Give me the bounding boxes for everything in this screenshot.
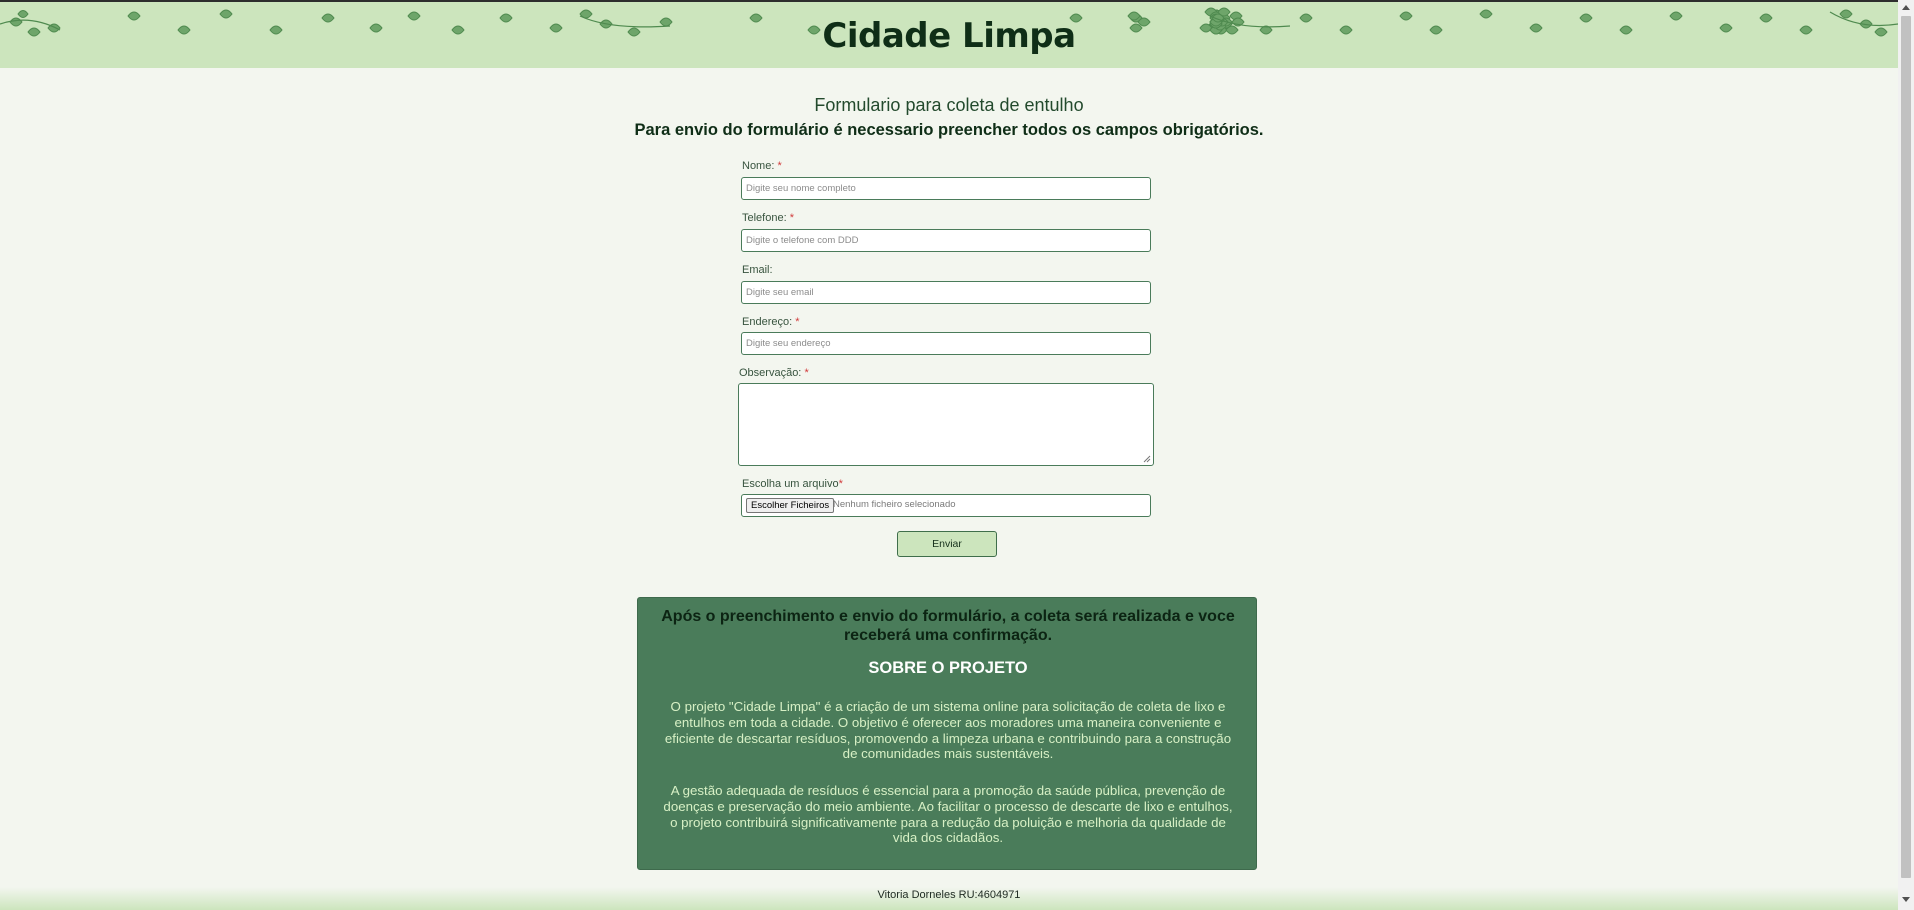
form-heading: Formulario para coleta de entulho	[814, 95, 1084, 115]
resize-grip-icon[interactable]	[1142, 454, 1151, 463]
required-marker: *	[795, 316, 800, 328]
footer-credit: Vitoria Dorneles RU:4604971	[877, 889, 1021, 901]
file-label-text: Escolha um arquivo	[742, 478, 839, 490]
email-input[interactable]	[741, 281, 1151, 304]
required-marker: *	[789, 212, 794, 224]
file-input[interactable]: Escolher Ficheiros Nenhum ficheiro selec…	[741, 494, 1151, 517]
phone-label-text: Telefone:	[742, 212, 787, 224]
email-label-text: Email:	[742, 264, 773, 276]
choose-file-button[interactable]: Escolher Ficheiros	[746, 498, 835, 513]
name-input[interactable]	[741, 177, 1151, 200]
about-project-panel: Após o preenchimento e envio do formulár…	[637, 597, 1257, 870]
scrollbar-thumb[interactable]	[1901, 16, 1911, 878]
file-status-text: Nenhum ficheiro selecionado	[833, 499, 956, 510]
about-title: SOBRE O PROJETO	[868, 659, 1028, 677]
phone-label: Telefone: *	[742, 212, 794, 224]
notes-label: Observação: *	[739, 367, 809, 379]
phone-input[interactable]	[741, 229, 1151, 252]
required-marker: *	[838, 478, 843, 490]
scroll-down-icon[interactable]	[1902, 897, 1910, 903]
about-paragraph-1: O projeto "Cidade Limpa" é a criação de …	[664, 699, 1232, 762]
vertical-scrollbar[interactable]	[1898, 0, 1914, 910]
name-label: Nome: *	[742, 160, 782, 172]
confirmation-message: Após o preenchimento e envio do formulár…	[661, 608, 1235, 644]
email-label: Email:	[742, 264, 773, 276]
notes-label-text: Observação:	[739, 367, 802, 379]
form-required-notice: Para envio do formulário é necessario pr…	[634, 121, 1264, 139]
name-label-text: Nome:	[742, 160, 775, 172]
notes-textarea[interactable]	[738, 383, 1154, 466]
address-label: Endereço: *	[742, 316, 800, 328]
required-marker: *	[804, 367, 809, 379]
about-paragraph-2: A gestão adequada de resíduos é essencia…	[663, 783, 1233, 846]
site-header: Cidade Limpa	[0, 0, 1898, 68]
file-label: Escolha um arquivo*	[742, 478, 843, 490]
required-marker: *	[777, 160, 782, 172]
submit-button[interactable]: Enviar	[897, 531, 997, 557]
site-title: Cidade Limpa	[822, 16, 1076, 56]
scroll-up-icon[interactable]	[1902, 4, 1910, 10]
address-input[interactable]	[741, 332, 1151, 355]
address-label-text: Endereço:	[742, 316, 793, 328]
